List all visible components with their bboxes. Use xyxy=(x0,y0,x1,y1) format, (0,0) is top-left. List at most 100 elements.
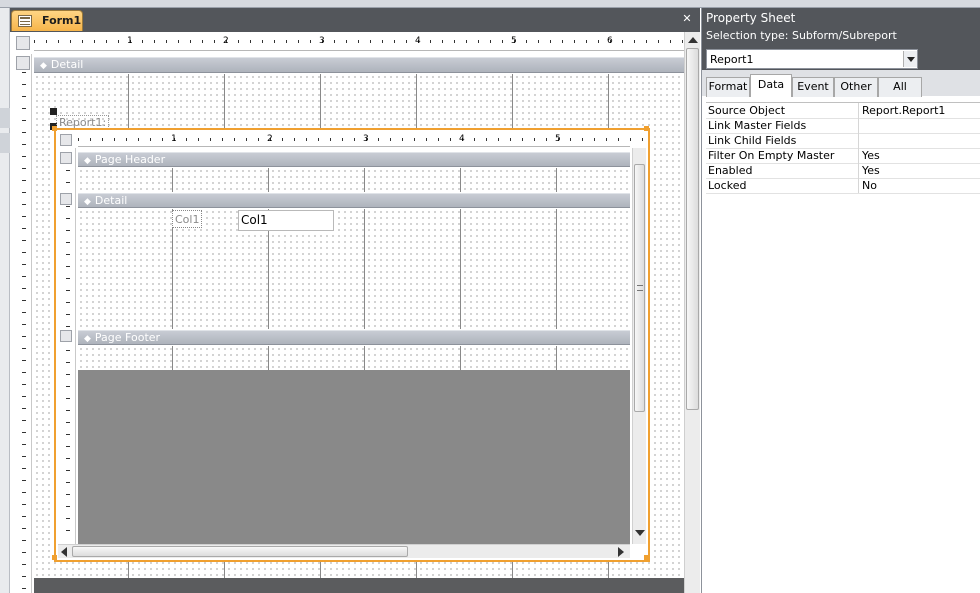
property-value[interactable]: Report.Report1 xyxy=(858,103,945,118)
ruler-tick xyxy=(258,138,259,141)
property-value[interactable]: Yes xyxy=(858,163,880,178)
property-value[interactable] xyxy=(858,118,862,133)
subreport-control[interactable]: 12345 ◆ Page Header ◆ Detail Col1 Col1 ◆ Pa… xyxy=(52,126,650,562)
property-row[interactable]: Link Master Fields xyxy=(706,118,980,134)
col1-textbox[interactable]: Col1 xyxy=(238,210,334,231)
ruler-tick xyxy=(330,138,331,141)
section-chevron-icon: ◆ xyxy=(84,197,91,207)
ruler-tick xyxy=(238,40,239,43)
tab-all[interactable]: All xyxy=(878,77,922,97)
tab-form1[interactable]: Form1 xyxy=(11,10,83,31)
outer-detail-bar[interactable]: ◆ Detail xyxy=(34,57,684,73)
ruler-tick xyxy=(642,138,643,141)
design-canvas: 123456 ◆ Detail Report1: 12345 ◆ Page Head… xyxy=(10,32,695,593)
tab-other[interactable]: Other xyxy=(834,77,878,97)
property-row[interactable]: Link Child Fields xyxy=(706,133,980,149)
scroll-up-arrow-icon[interactable] xyxy=(688,37,698,43)
subreport-selector[interactable] xyxy=(60,134,72,146)
main-vertical-scrollbar[interactable] xyxy=(684,32,700,593)
ruler-tick xyxy=(378,138,379,141)
scroll-down-arrow-icon[interactable] xyxy=(635,530,645,536)
ruler-tick xyxy=(250,40,251,43)
detail-section-selector[interactable] xyxy=(16,56,30,70)
subreport-detail-selector[interactable] xyxy=(60,193,72,205)
tab-format[interactable]: Format xyxy=(706,77,750,97)
resize-handle[interactable] xyxy=(52,126,57,131)
page-header-bar[interactable]: ◆ Page Header xyxy=(78,152,630,167)
ruler-tick xyxy=(274,40,275,43)
scroll-left-arrow-icon[interactable] xyxy=(61,547,67,557)
ruler-tick xyxy=(522,138,523,141)
scroll-thumb[interactable] xyxy=(686,48,699,410)
ruler-tick xyxy=(318,138,319,141)
ruler-tick xyxy=(78,138,79,141)
object-select[interactable]: Report1 xyxy=(706,49,918,69)
ruler-tick xyxy=(562,40,563,43)
ruler-tick xyxy=(126,138,127,141)
ruler-tick xyxy=(630,138,631,141)
subreport-vertical-scrollbar[interactable] xyxy=(632,148,646,544)
ruler-tick xyxy=(114,138,115,141)
navigation-pane-edge xyxy=(0,8,10,593)
tab-data[interactable]: Data xyxy=(750,74,792,97)
ruler-tick xyxy=(582,138,583,141)
property-row[interactable]: Filter On Empty Master Yes xyxy=(706,148,980,164)
page-footer-selector[interactable] xyxy=(60,330,72,342)
ruler-tick xyxy=(574,40,575,43)
ruler-tick xyxy=(550,40,551,43)
subreport-detail-label: Detail xyxy=(94,194,128,207)
ruler-tick xyxy=(334,40,335,43)
page-header-selector[interactable] xyxy=(60,152,72,164)
ruler-tick xyxy=(682,40,683,43)
form-selector[interactable] xyxy=(16,36,30,50)
dropdown-button[interactable] xyxy=(903,51,917,67)
property-value[interactable]: Yes xyxy=(858,148,880,163)
col1-label[interactable]: Col1 xyxy=(172,210,203,228)
scroll-thumb[interactable] xyxy=(72,546,408,557)
scroll-right-arrow-icon[interactable] xyxy=(618,547,624,557)
ruler-tick xyxy=(370,40,371,43)
scroll-thumb[interactable] xyxy=(634,164,645,412)
property-name: Filter On Empty Master xyxy=(708,149,835,162)
ruler-tick xyxy=(526,40,527,43)
property-row[interactable]: Locked No xyxy=(706,178,980,194)
page-footer-bar[interactable]: ◆ Page Footer xyxy=(78,330,630,345)
ruler-tick xyxy=(106,40,107,43)
property-sheet-header: Property Sheet Selection type: Subform/S… xyxy=(702,8,980,70)
ruler-tick xyxy=(546,138,547,141)
close-icon[interactable]: ✕ xyxy=(680,12,694,26)
subreport-vertical-ruler xyxy=(62,170,70,540)
ruler-tick xyxy=(142,40,143,43)
ruler-tick xyxy=(454,40,455,43)
ruler-tick xyxy=(162,138,163,141)
ruler-tick xyxy=(490,40,491,43)
property-value[interactable]: No xyxy=(858,178,877,193)
ruler-tick xyxy=(262,40,263,43)
resize-handle[interactable] xyxy=(52,555,57,560)
resize-handle[interactable] xyxy=(644,555,649,560)
ruler-tick xyxy=(310,40,311,43)
ruler-number: 2 xyxy=(223,36,229,46)
top-strip xyxy=(0,0,980,8)
ruler-tick xyxy=(646,40,647,43)
ruler-number: 3 xyxy=(319,36,325,46)
ruler-tick xyxy=(534,138,535,141)
ruler-tick xyxy=(178,40,179,43)
subreport-detail-bar[interactable]: ◆ Detail xyxy=(78,193,630,208)
property-sheet: Property Sheet Selection type: Subform/S… xyxy=(701,8,980,593)
property-name: Locked xyxy=(708,179,747,192)
move-handle[interactable] xyxy=(50,108,57,115)
ruler-tick xyxy=(342,138,343,141)
ruler-tick xyxy=(138,138,139,141)
ruler-number: 6 xyxy=(607,36,613,46)
tab-event[interactable]: Event xyxy=(792,77,834,97)
subreport-horizontal-scrollbar[interactable] xyxy=(58,544,630,558)
property-value[interactable] xyxy=(858,133,862,148)
resize-handle[interactable] xyxy=(644,126,649,131)
property-row[interactable]: Source Object Report.Report1 xyxy=(706,103,980,119)
property-row[interactable]: Enabled Yes xyxy=(706,163,980,179)
ruler-tick xyxy=(190,40,191,43)
ruler-tick xyxy=(606,138,607,141)
subreport-label[interactable]: Report1: xyxy=(56,115,110,129)
property-name: Source Object xyxy=(708,104,786,117)
